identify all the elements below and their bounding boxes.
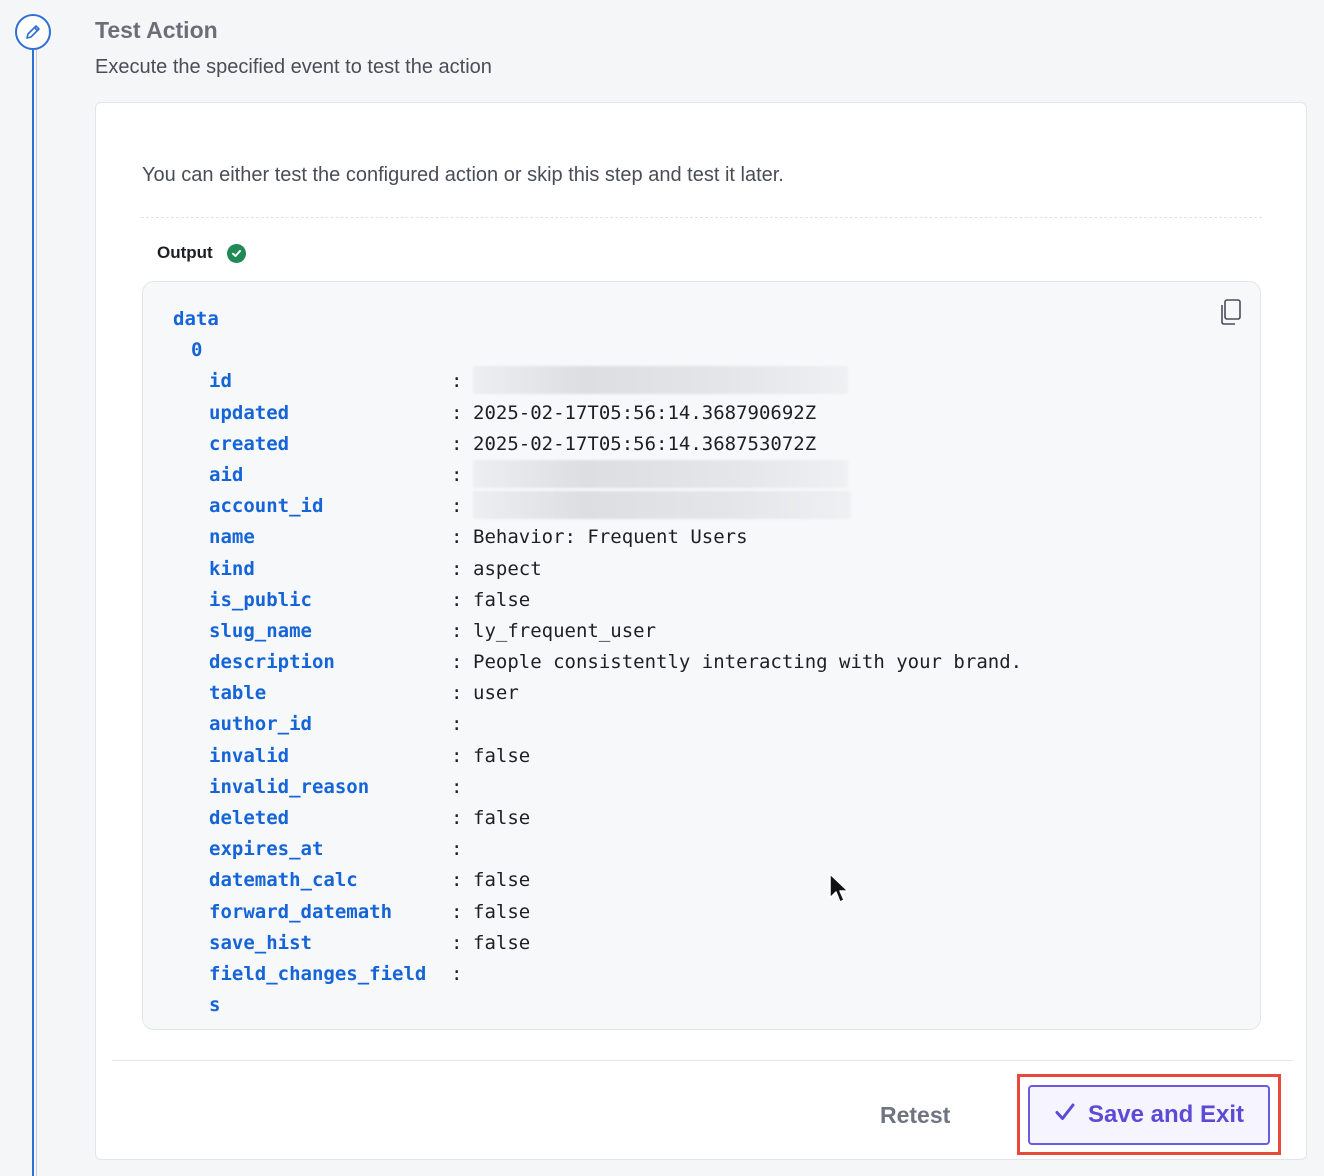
field-value: false <box>473 588 531 611</box>
field-separator: : <box>451 463 463 486</box>
field-value: 2025-02-17T05:56:14.368753072Z <box>473 432 817 455</box>
divider <box>141 217 1262 218</box>
tree-field-row: created:2025-02-17T05:56:14.368753072Z <box>173 429 1022 460</box>
tree-field-row: account_id: <box>173 491 1022 522</box>
field-key[interactable]: id <box>209 366 451 397</box>
field-value: user <box>473 682 519 705</box>
redacted-value <box>473 491 851 520</box>
tree-field-row: is_public: false <box>173 585 1022 616</box>
tree-field-row: deleted: false <box>173 803 1022 834</box>
field-key[interactable]: forward_datemath <box>209 897 451 928</box>
save-and-exit-button[interactable]: Save and Exit <box>1028 1085 1270 1145</box>
field-key[interactable]: invalid <box>209 741 451 772</box>
retest-button[interactable]: Retest <box>880 1095 950 1135</box>
field-separator: : <box>451 838 463 861</box>
tree-field-row: datemath_calc: false <box>173 865 1022 896</box>
footer-divider <box>112 1060 1293 1061</box>
field-key[interactable]: description <box>209 647 451 678</box>
mouse-cursor-icon <box>828 872 850 906</box>
field-separator: : <box>451 869 463 892</box>
field-value: aspect <box>473 557 542 580</box>
tree-field-row: description: People consistently interact… <box>173 647 1022 678</box>
step-subtitle: Execute the specified event to test the … <box>95 56 492 78</box>
field-value: Behavior: Frequent Users <box>473 526 748 549</box>
tree-field-row: name: Behavior: Frequent Users <box>173 522 1022 553</box>
tree-field-row: field_changes_field: <box>173 959 1022 990</box>
field-value: People consistently interacting with you… <box>473 651 1023 674</box>
field-key[interactable]: field_changes_field <box>209 959 451 990</box>
field-separator: : <box>451 962 463 985</box>
field-value: false <box>473 807 531 829</box>
intro-text: You can either test the configured actio… <box>142 164 784 186</box>
field-key[interactable]: kind <box>209 554 451 585</box>
field-separator: : <box>451 931 463 954</box>
tree-field-row: slug_name: ly_frequent_user <box>173 616 1022 647</box>
field-separator: : <box>451 370 463 393</box>
step-rail <box>32 50 37 1176</box>
field-key[interactable]: created <box>209 429 451 460</box>
tree-field-row: table: user <box>173 678 1022 709</box>
field-key[interactable]: updated <box>209 398 451 429</box>
tree-field-row: expires_at: <box>173 834 1022 865</box>
field-separator: : <box>451 526 463 549</box>
test-action-card: You can either test the configured actio… <box>95 102 1307 1160</box>
field-key[interactable]: author_id <box>209 709 451 740</box>
tree-field-row: updated:2025-02-17T05:56:14.368790692Z <box>173 398 1022 429</box>
tree-index-key[interactable]: 0 <box>173 335 1022 366</box>
field-key[interactable]: deleted <box>209 803 451 834</box>
field-separator: : <box>451 807 463 829</box>
field-value: false <box>473 744 531 767</box>
tree-field-row: forward_datemath: false <box>173 897 1022 928</box>
field-key[interactable]: is_public <box>209 585 451 616</box>
tree-field-row: aid: <box>173 459 1022 491</box>
field-key[interactable]: save_hist <box>209 928 451 959</box>
field-separator: : <box>451 744 463 767</box>
redacted-value <box>473 366 848 395</box>
field-value: 2025-02-17T05:56:14.368790692Z <box>473 401 817 424</box>
field-separator: : <box>451 401 463 424</box>
field-separator: : <box>451 651 463 674</box>
field-separator: : <box>451 775 463 798</box>
field-separator: : <box>451 682 463 705</box>
field-key[interactable]: datemath_calc <box>209 865 451 896</box>
field-key[interactable]: name <box>209 522 451 553</box>
field-key[interactable]: table <box>209 678 451 709</box>
scroll-fade <box>143 1015 1260 1029</box>
redacted-value <box>473 459 848 488</box>
tree-field-row: id: <box>173 366 1022 397</box>
json-tree: data 0 id: updated:2025-02-17T05:56:14.36… <box>173 304 1022 1021</box>
output-code-viewer[interactable]: data 0 id: updated:2025-02-17T05:56:14.36… <box>142 281 1261 1030</box>
field-key[interactable]: aid <box>209 460 451 491</box>
field-separator: : <box>451 619 463 642</box>
tree-field-row: kind: aspect <box>173 554 1022 585</box>
field-value: false <box>473 869 531 892</box>
field-value: false <box>473 900 531 923</box>
field-key[interactable]: slug_name <box>209 616 451 647</box>
pencil-icon <box>15 14 51 50</box>
checkmark-icon <box>1054 1101 1076 1130</box>
field-key[interactable]: account_id <box>209 491 451 522</box>
field-separator: : <box>451 588 463 611</box>
field-value: ly_frequent_user <box>473 619 657 642</box>
tree-field-row: save_hist: false <box>173 928 1022 959</box>
tree-field-row: invalid_reason: <box>173 772 1022 803</box>
step-title: Test Action <box>95 17 218 43</box>
output-header: Output <box>157 243 246 263</box>
check-circle-icon <box>226 243 246 263</box>
tree-root-key[interactable]: data <box>173 304 1022 335</box>
output-label: Output <box>157 243 213 262</box>
field-separator: : <box>451 900 463 923</box>
tree-field-row: author_id: <box>173 709 1022 740</box>
tree-field-row: invalid: false <box>173 741 1022 772</box>
copy-icon[interactable] <box>1218 298 1244 326</box>
save-label: Save and Exit <box>1087 1101 1245 1128</box>
field-separator: : <box>451 713 463 736</box>
field-separator: : <box>451 432 463 455</box>
field-key[interactable]: expires_at <box>209 834 451 865</box>
field-separator: : <box>451 557 463 580</box>
field-key[interactable]: invalid_reason <box>209 772 451 803</box>
field-separator: : <box>451 495 463 518</box>
field-value: false <box>473 931 531 954</box>
